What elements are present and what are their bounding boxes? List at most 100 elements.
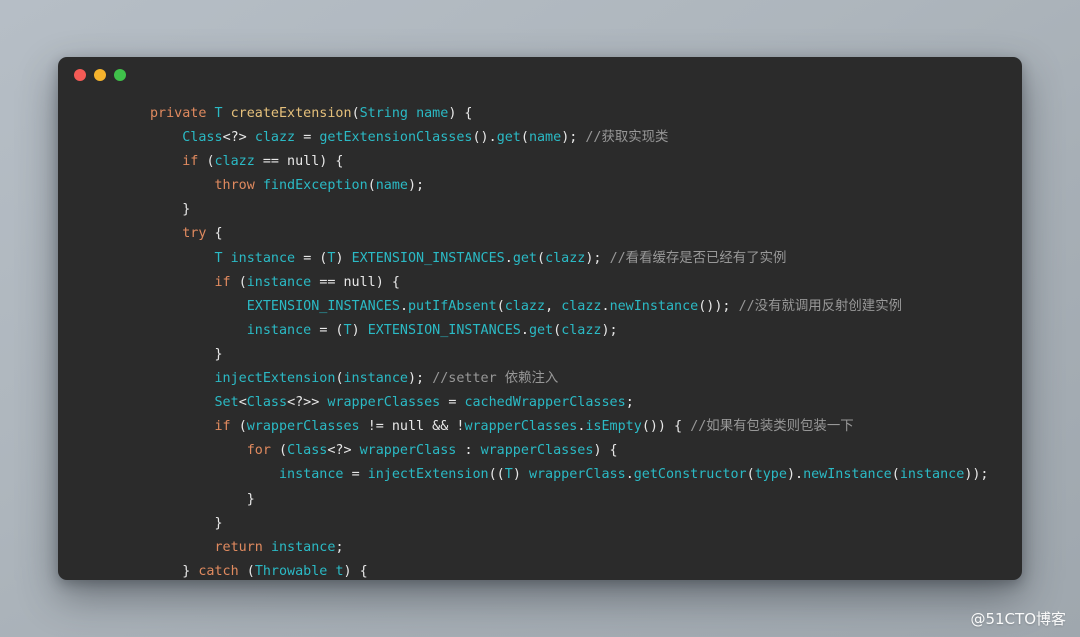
code-token: ) { xyxy=(593,443,618,459)
maximize-button[interactable] xyxy=(114,69,126,81)
code-token: instance xyxy=(343,371,409,387)
code-token: instance xyxy=(270,539,336,555)
code-token: clazz xyxy=(254,130,304,146)
code-token: t xyxy=(335,563,344,579)
code-token: get xyxy=(528,322,554,338)
code-token: ) xyxy=(351,322,368,338)
code-block[interactable]: private T createExtension(String name) {… xyxy=(58,93,1022,580)
code-snippet-window: private T createExtension(String name) {… xyxy=(58,57,1022,580)
code-token: isEmpty xyxy=(585,419,642,435)
watermark-label: @51CTO博客 xyxy=(970,610,1066,628)
code-token: . xyxy=(520,322,529,338)
code-token: get xyxy=(496,130,521,146)
code-token: } xyxy=(150,346,223,362)
code-token: : xyxy=(464,443,481,459)
close-button[interactable] xyxy=(74,69,86,81)
code-token: return xyxy=(214,539,271,555)
code-token: //看看缓存是否已经有了实例 xyxy=(609,250,787,266)
window-title-bar[interactable] xyxy=(58,57,1022,93)
code-token: //没有就调用反射创建实例 xyxy=(738,298,902,314)
code-token: //获取实现类 xyxy=(585,130,669,146)
code-token: } xyxy=(150,202,191,218)
code-line: } xyxy=(58,488,1022,512)
code-token: . xyxy=(504,250,513,266)
minimize-button[interactable] xyxy=(94,69,106,81)
code-line: Set<Class<?>> wrapperClasses = cachedWra… xyxy=(58,391,1022,415)
code-token: instance xyxy=(230,250,304,266)
code-token: ); xyxy=(601,322,618,338)
code-token: ( xyxy=(553,322,562,338)
code-token: } xyxy=(150,563,199,579)
code-token: ) { xyxy=(343,563,368,579)
code-token: ); xyxy=(408,178,425,194)
code-token: ; xyxy=(335,539,344,555)
code-token: for xyxy=(246,443,279,459)
code-line: if (wrapperClasses != null && !wrapperCl… xyxy=(58,415,1022,439)
code-token: T xyxy=(214,106,231,121)
code-token: ( xyxy=(351,106,360,121)
code-line: injectExtension(instance); //setter 依赖注入 xyxy=(58,367,1022,391)
code-token: == null) { xyxy=(319,274,400,290)
code-token: , xyxy=(545,298,562,314)
code-line: if (clazz == null) { xyxy=(58,150,1022,174)
code-token: ( xyxy=(206,154,215,170)
code-token: //如果有包装类则包装一下 xyxy=(690,419,854,435)
code-token: ( xyxy=(367,178,376,194)
code-token: cachedWrapperClasses xyxy=(464,395,626,411)
code-token: type xyxy=(754,467,787,483)
code-token: EXTENSION_INSTANCES xyxy=(367,322,521,338)
code-token: findException xyxy=(262,178,368,194)
code-token: injectExtension xyxy=(214,371,336,387)
code-token: newInstance xyxy=(803,467,892,483)
code-token: T xyxy=(504,467,513,483)
code-token: = ( xyxy=(303,250,328,266)
code-token: //setter 依赖注入 xyxy=(432,371,559,387)
code-line: try { xyxy=(58,222,1022,246)
desktop-background: private T createExtension(String name) {… xyxy=(0,0,1080,637)
code-token: . xyxy=(625,467,634,483)
code-token: = xyxy=(351,467,368,483)
code-line: instance = (T) EXTENSION_INSTANCES.get(c… xyxy=(58,319,1022,343)
code-token: = xyxy=(448,395,465,411)
code-token: name xyxy=(528,130,562,146)
code-line: } xyxy=(58,512,1022,536)
code-token: <?>> xyxy=(287,395,328,411)
code-token: name xyxy=(416,106,449,121)
code-token: throw xyxy=(214,178,263,194)
code-token: ()); xyxy=(698,298,739,314)
code-token: } xyxy=(150,515,223,531)
code-token: catch xyxy=(198,563,247,579)
code-token: wrapperClasses xyxy=(246,419,368,435)
code-token: (( xyxy=(488,467,505,483)
code-token: . xyxy=(399,298,408,314)
code-line: T instance = (T) EXTENSION_INSTANCES.get… xyxy=(58,247,1022,271)
code-token: instance xyxy=(246,322,320,338)
code-token: ) xyxy=(335,250,352,266)
code-token: ). xyxy=(786,467,804,483)
code-token: clazz xyxy=(545,250,586,266)
code-token: Class xyxy=(287,443,328,459)
code-token: if xyxy=(214,274,239,290)
code-token: if xyxy=(182,154,207,170)
code-token: ( xyxy=(279,443,288,459)
code-token: == null) { xyxy=(262,154,344,170)
code-token: instance xyxy=(899,467,965,483)
code-token: wrapperClass xyxy=(359,443,465,459)
code-line: for (Class<?> wrapperClass : wrapperClas… xyxy=(58,439,1022,463)
code-line: EXTENSION_INSTANCES.putIfAbsent(clazz, c… xyxy=(58,295,1022,319)
code-token: ( xyxy=(238,274,247,290)
code-token: Set xyxy=(214,395,239,411)
code-token: name xyxy=(375,178,408,194)
code-line: } catch (Throwable t) { xyxy=(58,560,1022,580)
